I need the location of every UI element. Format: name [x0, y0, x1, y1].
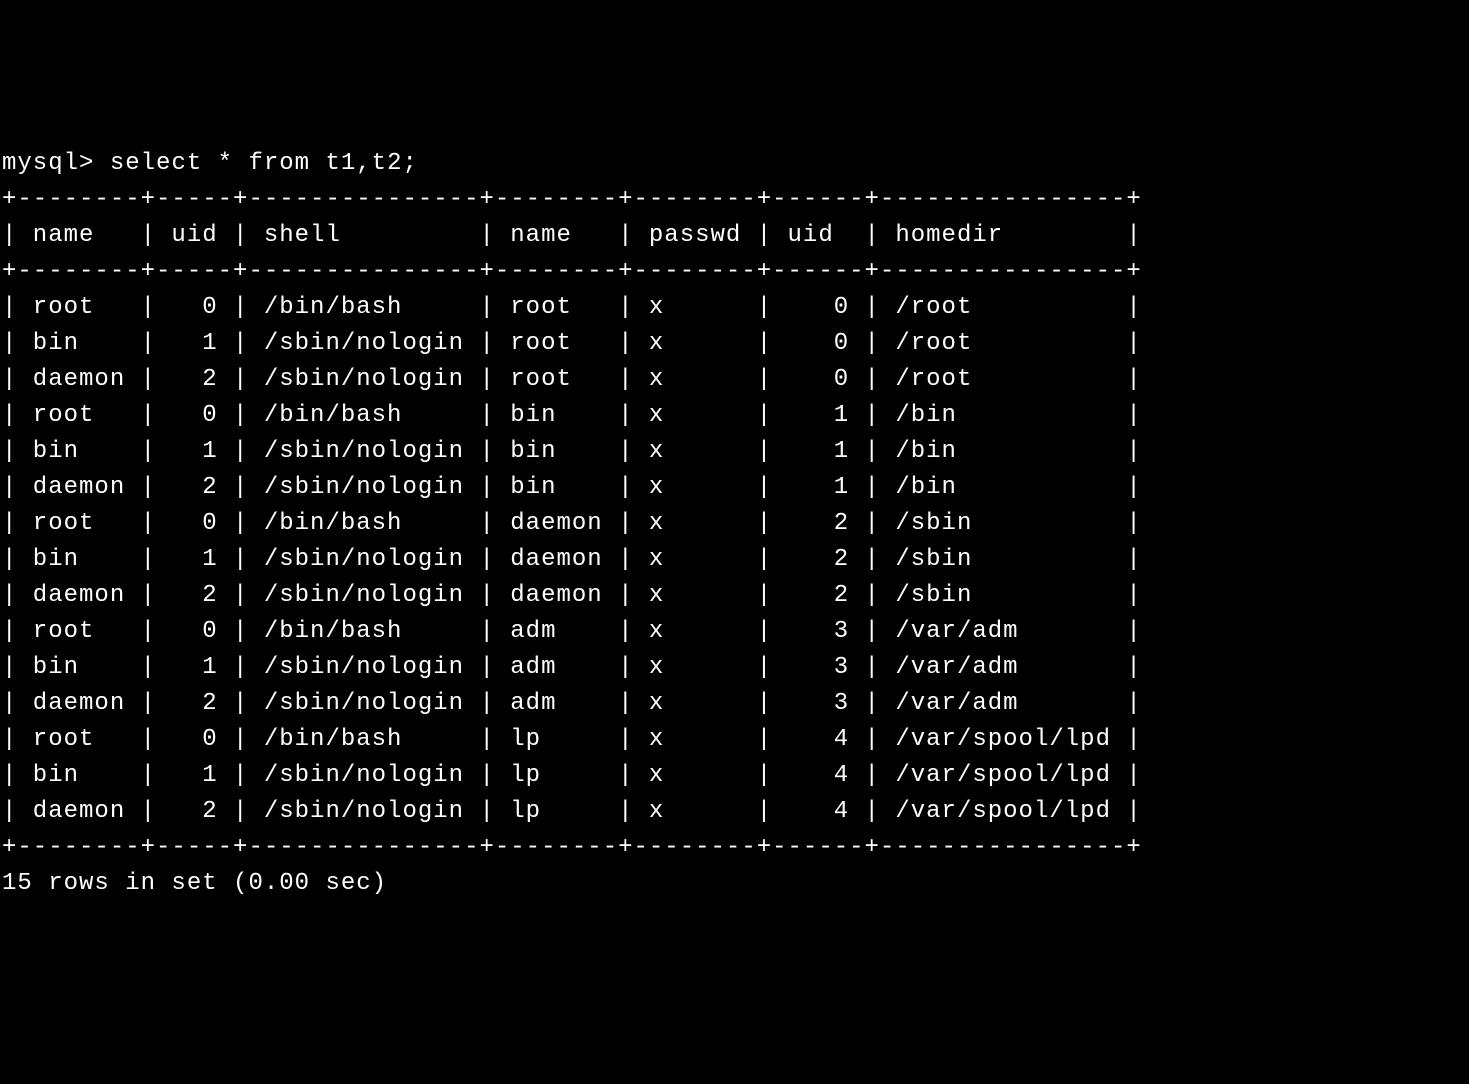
table-row: | root | 0 | /bin/bash | root | x | 0 | … — [2, 290, 1467, 326]
table-row: | daemon | 2 | /sbin/nologin | daemon | … — [2, 578, 1467, 614]
table-border-top: +--------+-----+---------------+--------… — [2, 182, 1467, 218]
mysql-prompt: mysql> — [2, 150, 110, 177]
table-row: | daemon | 2 | /sbin/nologin | root | x … — [2, 362, 1467, 398]
table-border-mid: +--------+-----+---------------+--------… — [2, 254, 1467, 290]
mysql-terminal[interactable]: mysql> select * from t1,t2;+--------+---… — [2, 146, 1467, 902]
table-row: | bin | 1 | /sbin/nologin | bin | x | 1 … — [2, 434, 1467, 470]
table-border-bottom: +--------+-----+---------------+--------… — [2, 830, 1467, 866]
table-row: | root | 0 | /bin/bash | adm | x | 3 | /… — [2, 614, 1467, 650]
table-row: | root | 0 | /bin/bash | daemon | x | 2 … — [2, 506, 1467, 542]
table-row: | daemon | 2 | /sbin/nologin | adm | x |… — [2, 686, 1467, 722]
table-row: | bin | 1 | /sbin/nologin | daemon | x |… — [2, 542, 1467, 578]
query-line: mysql> select * from t1,t2; — [2, 146, 1467, 182]
sql-query: select * from t1,t2; — [110, 150, 418, 177]
table-row: | daemon | 2 | /sbin/nologin | bin | x |… — [2, 470, 1467, 506]
result-summary: 15 rows in set (0.00 sec) — [2, 866, 1467, 902]
table-row: | root | 0 | /bin/bash | lp | x | 4 | /v… — [2, 722, 1467, 758]
table-header-row: | name | uid | shell | name | passwd | u… — [2, 218, 1467, 254]
table-row: | daemon | 2 | /sbin/nologin | lp | x | … — [2, 794, 1467, 830]
table-row: | bin | 1 | /sbin/nologin | lp | x | 4 |… — [2, 758, 1467, 794]
table-row: | bin | 1 | /sbin/nologin | adm | x | 3 … — [2, 650, 1467, 686]
table-row: | root | 0 | /bin/bash | bin | x | 1 | /… — [2, 398, 1467, 434]
table-row: | bin | 1 | /sbin/nologin | root | x | 0… — [2, 326, 1467, 362]
